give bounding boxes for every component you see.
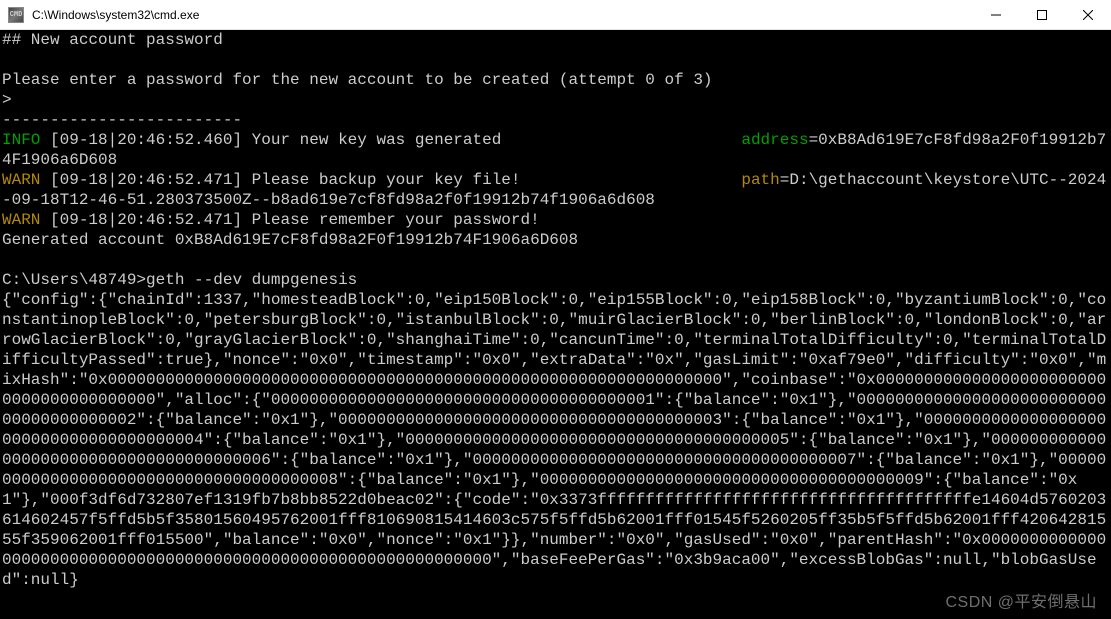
window-titlebar: CMD C:\Windows\system32\cmd.exe — [0, 0, 1111, 30]
log-timestamp: [09-18|20:46:52.471] — [50, 171, 242, 189]
log-msg: Please remember your password! — [252, 211, 540, 229]
shell-command: geth --dev dumpgenesis — [146, 271, 357, 289]
cmd-icon: CMD — [8, 7, 24, 23]
window-buttons — [973, 0, 1111, 29]
log-level-warn: WARN — [2, 211, 40, 229]
divider: ------------------------- — [2, 111, 242, 129]
close-button[interactable] — [1065, 0, 1111, 29]
log-level-info: INFO — [2, 131, 40, 149]
minimize-button[interactable] — [973, 0, 1019, 29]
watermark: CSDN @平安倒悬山 — [945, 593, 1097, 613]
log-level-warn: WARN — [2, 171, 40, 189]
log-msg: Please backup your key file! — [252, 171, 521, 189]
section-header: ## New account password — [2, 31, 223, 49]
log-msg: Your new key was generated — [252, 131, 502, 149]
generated-account-line: Generated account 0xB8Ad619E7cF8fd98a2F0… — [2, 231, 578, 249]
log-key-path: path — [741, 171, 779, 189]
password-prompt: Please enter a password for the new acco… — [2, 71, 713, 89]
genesis-json-output: {"config":{"chainId":1337,"homesteadBloc… — [2, 291, 1106, 589]
terminal-output[interactable]: ## New account password Please enter a p… — [0, 30, 1111, 619]
log-key-address: address — [741, 131, 808, 149]
log-timestamp: [09-18|20:46:52.460] — [50, 131, 242, 149]
echo-prefix: > — [2, 91, 12, 109]
maximize-button[interactable] — [1019, 0, 1065, 29]
log-timestamp: [09-18|20:46:52.471] — [50, 211, 242, 229]
window-title: C:\Windows\system32\cmd.exe — [32, 8, 973, 22]
shell-prompt: C:\Users\48749> — [2, 271, 146, 289]
